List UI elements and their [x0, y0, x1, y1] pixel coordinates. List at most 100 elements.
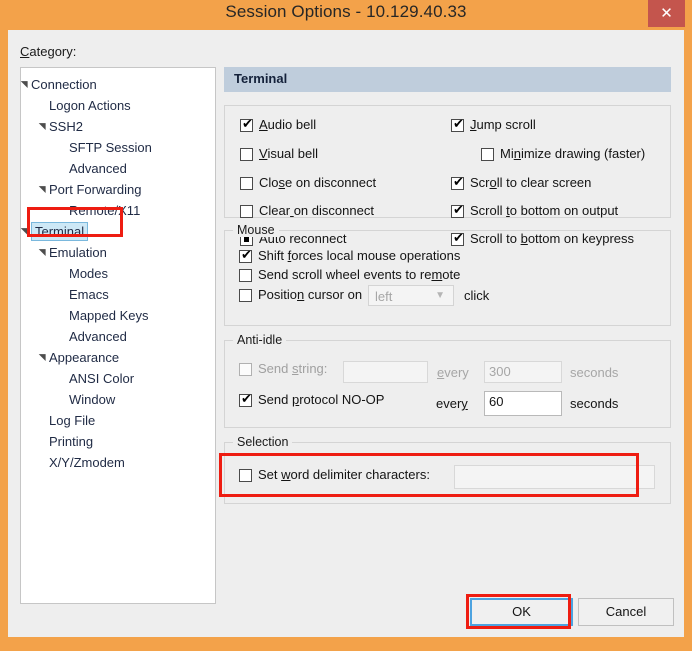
- tree-item-remote-x11[interactable]: Remote/X11: [21, 200, 215, 221]
- general-left-checkbox-3-box: [240, 205, 253, 218]
- general-right-checkbox-2-box: ✔: [451, 175, 464, 190]
- tree-item-label: Printing: [49, 434, 94, 449]
- selection-group-legend: Selection: [233, 435, 293, 449]
- tree-item-label: Modes: [69, 266, 109, 281]
- send-noop-checkbox-box: ✔: [239, 392, 252, 407]
- tree-item-label: Remote/X11: [69, 203, 141, 218]
- tree-item-label: Advanced: [69, 161, 127, 176]
- send-noop-every-label: every: [436, 396, 468, 411]
- tree-item-window[interactable]: Window: [21, 389, 215, 410]
- tree-item-label: ANSI Color: [69, 371, 135, 386]
- tree-item-mapped-keys[interactable]: Mapped Keys: [21, 305, 215, 326]
- tree-item-label: Log File: [49, 413, 96, 428]
- chevron-down-icon: ▼: [435, 290, 445, 301]
- general-options-group: ✔ Audio bell Visual bell Close on disconnec…: [224, 105, 671, 246]
- send-noop-interval-value: 60: [489, 394, 504, 409]
- general-left-checkbox-0-box: ✔: [240, 117, 253, 132]
- tree-item-label: Terminal: [31, 222, 89, 241]
- mouse-group-legend: Mouse: [233, 223, 279, 237]
- tree-expand-arrow-icon[interactable]: ◢: [32, 183, 53, 197]
- tree-expand-arrow-icon[interactable]: ◢: [32, 246, 53, 260]
- mouse-checkbox-0-label: Shift forces local mouse operations: [258, 248, 461, 263]
- tree-item-connection[interactable]: ◢Connection: [21, 74, 215, 95]
- panel-header-title: Terminal: [234, 71, 288, 86]
- tree-expand-arrow-icon[interactable]: ◢: [21, 225, 35, 239]
- general-left-checkbox-2-box: [240, 177, 253, 190]
- mouse-checkbox-1-box: [239, 269, 252, 282]
- category-label-acc: C: [20, 44, 30, 59]
- tree-expand-arrow-icon[interactable]: ◢: [21, 78, 35, 92]
- position-cursor-suffix: click: [464, 288, 490, 303]
- tree-item-sftp-session[interactable]: SFTP Session: [21, 137, 215, 158]
- send-string-input[interactable]: [343, 361, 428, 383]
- tree-item-advanced[interactable]: Advanced: [21, 158, 215, 179]
- position-cursor-dropdown[interactable]: left ▼: [368, 285, 454, 306]
- tree-item-emulation[interactable]: ◢ Emulation: [21, 242, 215, 263]
- antiidle-group-legend: Anti-idle: [233, 333, 287, 347]
- ok-button[interactable]: OK: [470, 598, 573, 626]
- send-noop-label: Send protocol NO-OP: [258, 392, 385, 407]
- send-string-checkbox-box: [239, 363, 252, 376]
- word-delimiter-label: Set word delimiter characters:: [258, 467, 430, 482]
- word-delimiter-input[interactable]: [454, 465, 655, 489]
- cancel-button[interactable]: Cancel: [578, 598, 674, 626]
- general-right-checkbox-1-label: Minimize drawing (faster): [500, 146, 646, 161]
- send-noop-seconds-label: seconds: [570, 396, 619, 411]
- cancel-button-label: Cancel: [605, 604, 647, 619]
- tree-item-label: Emulation: [49, 245, 107, 260]
- send-noop-interval-input[interactable]: 60: [484, 391, 562, 416]
- send-string-interval-input[interactable]: 300: [484, 361, 562, 383]
- mouse-checkbox-1-label: Send scroll wheel events to remote: [258, 267, 461, 282]
- tree-item-label: Connection: [31, 77, 97, 92]
- general-right-checkbox-0-label: Jump scroll: [470, 117, 536, 132]
- tree-item-port-forwarding[interactable]: ◢ Port Forwarding: [21, 179, 215, 200]
- ok-button-label: OK: [512, 604, 531, 619]
- tree-item-label: Logon Actions: [49, 98, 131, 113]
- tree-expand-arrow-icon[interactable]: ◢: [32, 120, 53, 134]
- screenshot-root: Session Options - 10.129.40.33 ✕ Categor…: [0, 0, 692, 651]
- tree-item-label: Window: [69, 392, 116, 407]
- general-right-checkbox-1-box: [481, 148, 494, 161]
- window-title: Session Options - 10.129.40.33: [225, 2, 467, 21]
- send-string-seconds-label: seconds: [570, 365, 619, 380]
- send-string-interval-value: 300: [489, 364, 511, 379]
- tree-item-label: Mapped Keys: [69, 308, 149, 323]
- tree-item-logon-actions[interactable]: Logon Actions: [21, 95, 215, 116]
- general-right-checkbox-3-box: ✔: [451, 203, 464, 218]
- tree-item-advanced[interactable]: Advanced: [21, 326, 215, 347]
- tree-item-emacs[interactable]: Emacs: [21, 284, 215, 305]
- general-left-checkbox-1-box: [240, 148, 253, 161]
- send-string-every-label: every: [437, 365, 469, 380]
- mouse-group: Mouse ✔ Shift forces local mouse operatio…: [224, 223, 671, 326]
- category-label-rest: ategory:: [29, 44, 77, 59]
- general-right-checkbox-3-label: Scroll to bottom on output: [470, 203, 619, 218]
- tree-item-label: SSH2: [49, 119, 83, 134]
- mouse-checkbox-2-box: [239, 289, 252, 302]
- tree-item-modes[interactable]: Modes: [21, 263, 215, 284]
- tree-item-label: Appearance: [49, 350, 120, 365]
- tree-item-ssh2[interactable]: ◢ SSH2: [21, 116, 215, 137]
- dialog-client-area: Category: ◢ConnectionLogon Actions◢SSH2S…: [8, 30, 684, 637]
- panel-header: Terminal: [224, 67, 671, 92]
- title-bar: Session Options - 10.129.40.33 ✕: [0, 0, 692, 30]
- tree-item-appearance[interactable]: ◢ Appearance: [21, 347, 215, 368]
- position-cursor-dropdown-value: left: [375, 289, 393, 304]
- tree-item-label: SFTP Session: [69, 140, 152, 155]
- tree-item-ansi-color[interactable]: ANSI Color: [21, 368, 215, 389]
- tree-item-label: Emacs: [69, 287, 109, 302]
- tree-item-terminal[interactable]: ◢Terminal: [21, 221, 215, 242]
- session-options-dialog: Session Options - 10.129.40.33 ✕ Categor…: [0, 0, 692, 651]
- selection-group: Selection Set word delimiter characters:: [224, 435, 671, 504]
- general-left-checkbox-3-label: Clear on disconnect: [259, 203, 374, 218]
- tree-expand-arrow-icon[interactable]: ◢: [32, 351, 53, 365]
- general-right-checkbox-2-label: Scroll to clear screen: [470, 175, 592, 190]
- tree-item-log-file[interactable]: Log File: [21, 410, 215, 431]
- close-icon[interactable]: ✕: [648, 0, 685, 27]
- tree-item-printing[interactable]: Printing: [21, 431, 215, 452]
- antiidle-group: Anti-idle Send string: every 300 seconds…: [224, 333, 671, 428]
- tree-item-label: Port Forwarding: [49, 182, 142, 197]
- category-tree[interactable]: ◢ConnectionLogon Actions◢SSH2SFTP Sessio…: [20, 67, 216, 604]
- tree-item-x-y-zmodem[interactable]: X/Y/Zmodem: [21, 452, 215, 473]
- mouse-checkbox-0-box: ✔: [239, 248, 252, 263]
- general-right-checkbox-0-box: ✔: [451, 117, 464, 132]
